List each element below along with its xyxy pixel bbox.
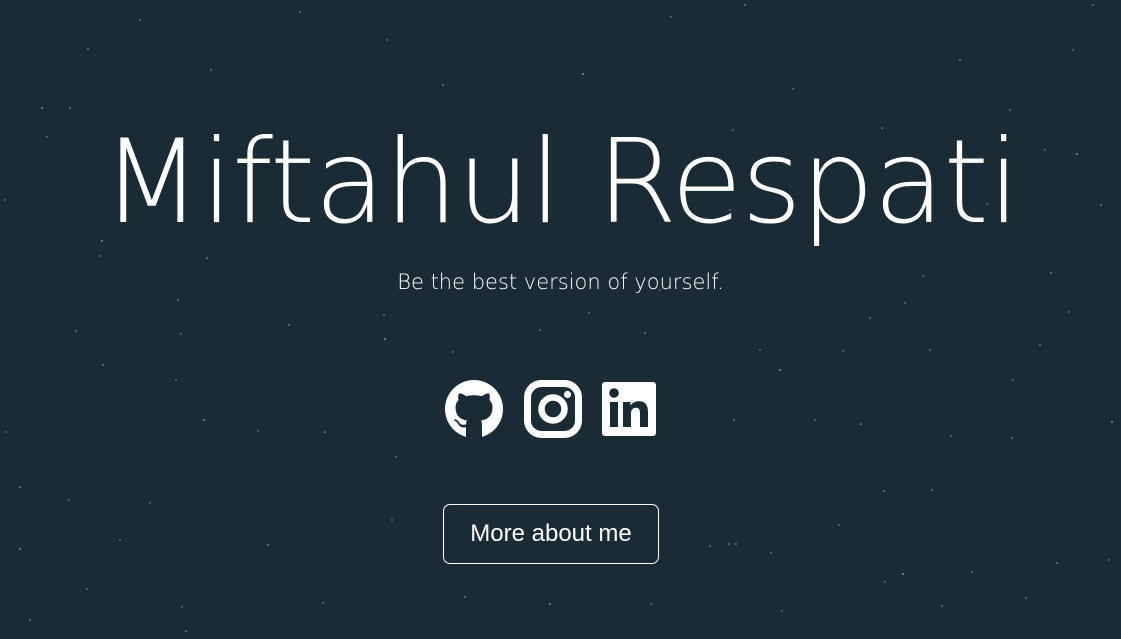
- github-link[interactable]: [444, 380, 504, 438]
- more-about-me-button[interactable]: More about me: [443, 504, 659, 564]
- hero-tagline: Be the best version of yourself.: [397, 270, 724, 294]
- linkedin-link[interactable]: [601, 380, 657, 438]
- instagram-link[interactable]: [524, 380, 582, 438]
- github-icon: [445, 380, 503, 438]
- hero-name: Miftahul Respati: [101, 115, 1020, 250]
- hero-section: Miftahul Respati Be the best version of …: [0, 0, 1121, 639]
- linkedin-icon: [602, 382, 656, 436]
- instagram-icon: [524, 380, 582, 438]
- social-links: [444, 380, 658, 438]
